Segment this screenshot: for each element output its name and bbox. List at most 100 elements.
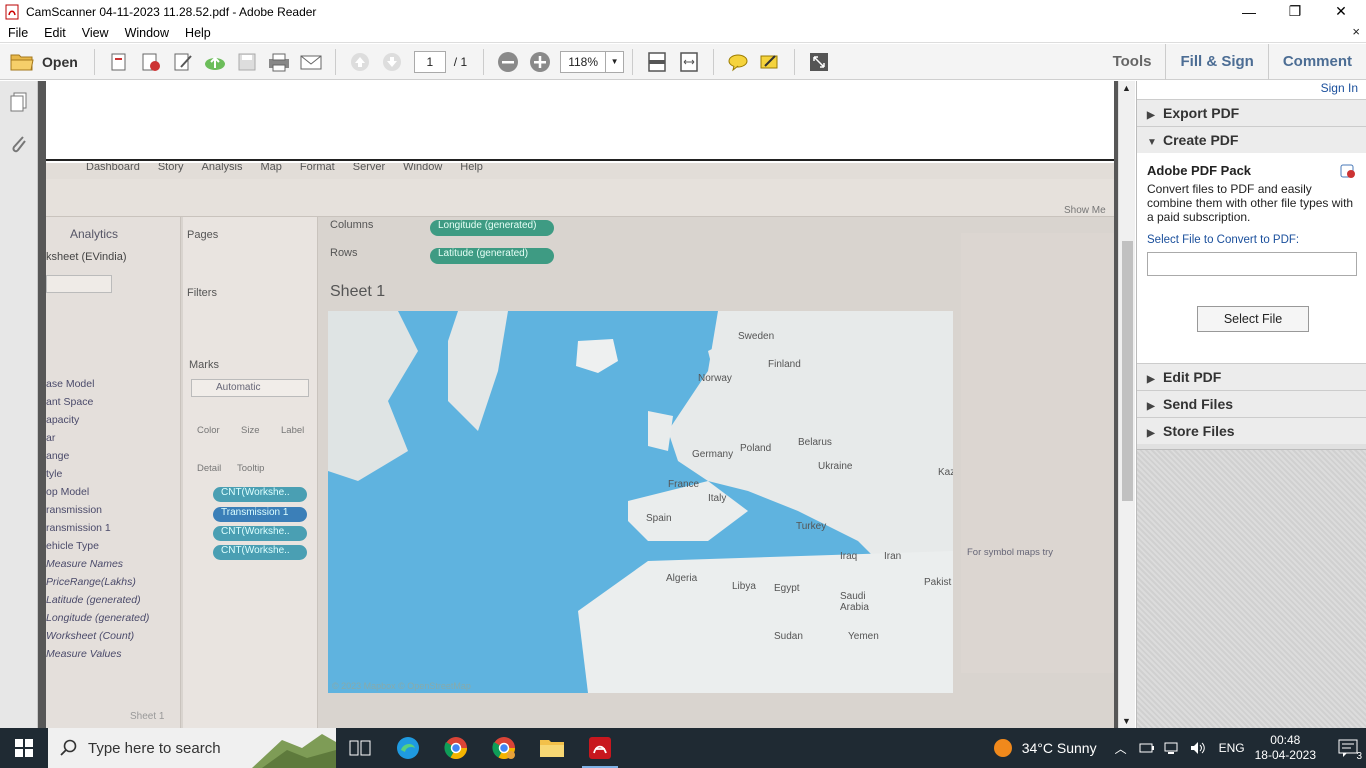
photo-map-label: Egypt: [774, 583, 800, 594]
select-file-button[interactable]: Select File: [1197, 306, 1309, 332]
export-pdf-section[interactable]: ▶ Export PDF: [1137, 99, 1366, 126]
photo-rows-label: Rows: [330, 247, 358, 259]
adobe-reader-taskbar-icon[interactable]: [576, 728, 624, 768]
attachments-icon[interactable]: [8, 133, 30, 160]
select-file-label: Select File to Convert to PDF:: [1147, 234, 1300, 246]
menu-view[interactable]: View: [74, 26, 117, 40]
file-explorer-icon[interactable]: [528, 728, 576, 768]
task-view-icon[interactable]: [336, 728, 384, 768]
photo-map-label: Germany: [692, 449, 734, 460]
photo-menu-item: Dashboard: [86, 163, 140, 173]
pdf-pack-icon: [1340, 163, 1356, 182]
expanded-arrow-icon: ▼: [1147, 137, 1157, 148]
zoom-dropdown-icon[interactable]: ▼: [606, 50, 625, 73]
photo-map-label: Belarus: [798, 437, 832, 448]
minimize-button[interactable]: —: [1226, 0, 1272, 23]
chrome-browser-icon[interactable]: [432, 728, 480, 768]
scroll-down-icon[interactable]: ▼: [1122, 716, 1131, 726]
start-button[interactable]: [0, 728, 48, 768]
photo-map-label: Algeria: [666, 573, 698, 584]
email-icon[interactable]: [297, 48, 325, 76]
edit-pdf-icon[interactable]: [169, 48, 197, 76]
photo-menu-item: Map: [260, 163, 282, 173]
document-viewer[interactable]: Dashboard Story Analysis Map Format Serv…: [38, 81, 1118, 728]
zoom-level-input[interactable]: 118%: [560, 50, 607, 73]
photo-map-label: Yemen: [848, 631, 879, 642]
send-files-section[interactable]: ▶ Send Files: [1137, 390, 1366, 417]
document-scrollbar[interactable]: ▲ ▼: [1118, 81, 1135, 728]
photo-sheet-title: Sheet 1: [330, 283, 386, 300]
tab-comment[interactable]: Comment: [1267, 44, 1366, 80]
clock[interactable]: 00:48 18-04-2023: [1255, 733, 1316, 763]
restore-button[interactable]: ❐: [1272, 0, 1318, 23]
photo-field-item: apacity: [46, 414, 80, 426]
weather-text[interactable]: 34°C Sunny: [1022, 740, 1097, 756]
photo-field-item: ehicle Type: [46, 540, 99, 552]
side-panel-empty-area: [1137, 449, 1366, 728]
zoom-in-icon[interactable]: [526, 48, 554, 76]
chrome-profile-icon[interactable]: [480, 728, 528, 768]
photo-symbol-hint: For symbol maps try: [967, 547, 1054, 558]
photo-map-label: Finland: [768, 359, 801, 370]
photo-map-label: Sudan: [774, 631, 803, 642]
fit-page-icon[interactable]: [643, 48, 671, 76]
prev-page-icon[interactable]: [346, 48, 374, 76]
pack-title: Adobe PDF Pack: [1147, 163, 1252, 178]
photo-mark-size: Size: [241, 425, 260, 436]
photo-show-me-panel: For symbol maps try: [961, 233, 1114, 673]
sign-in-link[interactable]: Sign In: [1137, 81, 1366, 99]
close-document-icon[interactable]: ×: [1352, 24, 1360, 39]
photo-field-item: Measure Names: [46, 558, 124, 570]
network-icon: [1164, 742, 1178, 754]
photo-marks-type: Automatic: [191, 379, 309, 397]
chevron-up-icon[interactable]: ︿: [1115, 740, 1127, 757]
select-file-input[interactable]: [1147, 252, 1357, 276]
menu-window[interactable]: Window: [117, 26, 177, 40]
menu-help[interactable]: Help: [177, 26, 219, 40]
language-indicator[interactable]: ENG: [1219, 741, 1245, 755]
page-number-input[interactable]: 1: [413, 50, 446, 73]
tab-fill-sign[interactable]: Fill & Sign: [1165, 44, 1267, 80]
taskbar-search-box[interactable]: Type here to search: [48, 728, 336, 768]
page-thumbnails-icon[interactable]: [8, 91, 30, 116]
scroll-up-icon[interactable]: ▲: [1122, 83, 1131, 93]
tab-tools[interactable]: Tools: [1099, 44, 1166, 80]
photo-map-label: France: [668, 479, 700, 490]
photo-shelves-pane: Pages Filters Marks Automatic Color Size…: [183, 217, 318, 728]
title-bar: CamScanner 04-11-2023 11.28.52.pdf - Ado…: [0, 0, 1366, 23]
fit-width-icon[interactable]: [675, 48, 703, 76]
photo-map-label: Sweden: [738, 331, 775, 342]
edit-pdf-section[interactable]: ▶ Edit PDF: [1137, 363, 1366, 390]
highlight-icon[interactable]: [756, 48, 784, 76]
clock-time: 00:48: [1270, 733, 1301, 747]
pack-description: Convert files to PDF and easily combine …: [1147, 182, 1354, 224]
edge-browser-icon[interactable]: [384, 728, 432, 768]
save-icon[interactable]: [233, 48, 261, 76]
photo-data-pane: Analytics ksheet (EVindia) ase Model ant …: [46, 217, 181, 728]
open-button[interactable]: Open: [0, 52, 86, 72]
upload-cloud-icon[interactable]: [201, 48, 229, 76]
photo-worksheet-source: ksheet (EVindia): [46, 251, 127, 263]
store-files-section[interactable]: ▶ Store Files: [1137, 417, 1366, 444]
close-button[interactable]: ✕: [1318, 0, 1364, 23]
search-icon: [60, 739, 77, 756]
next-page-icon[interactable]: [378, 48, 406, 76]
combine-files-icon[interactable]: [137, 48, 165, 76]
scanned-photo: Dashboard Story Analysis Map Format Serv…: [46, 163, 1114, 728]
create-pdf-icon[interactable]: [105, 48, 133, 76]
scroll-thumb[interactable]: [1122, 241, 1133, 501]
menu-edit[interactable]: Edit: [36, 26, 74, 40]
photo-mark-pill: CNT(Workshe..: [213, 487, 307, 502]
windows-taskbar: Type here to search 34°C Sunny ︿ ENG 00:…: [0, 728, 1366, 768]
menu-file[interactable]: File: [0, 26, 36, 40]
photo-mark-label: Label: [281, 425, 305, 436]
print-icon[interactable]: [265, 48, 293, 76]
photo-map-label: Norway: [698, 373, 732, 384]
zoom-out-icon[interactable]: [494, 48, 522, 76]
create-pdf-section[interactable]: ▼ Create PDF: [1137, 126, 1366, 153]
comment-icon[interactable]: [724, 48, 752, 76]
photo-field-item: ransmission: [46, 504, 103, 516]
notifications-icon[interactable]: 3: [1330, 728, 1366, 768]
photo-filters-label: Filters: [187, 287, 217, 299]
fullscreen-icon[interactable]: [805, 48, 833, 76]
